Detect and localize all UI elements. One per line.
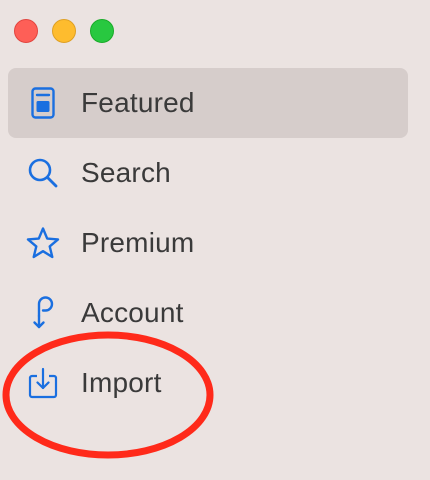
star-icon [25, 225, 61, 261]
sidebar-item-premium[interactable]: Premium [8, 208, 408, 278]
sidebar-item-account[interactable]: Account [8, 278, 408, 348]
import-icon [25, 365, 61, 401]
sidebar-item-label: Featured [81, 87, 195, 118]
featured-icon [25, 85, 61, 121]
sidebar-item-label: Premium [81, 227, 195, 258]
sidebar-item-featured[interactable]: Featured [8, 68, 408, 138]
sidebar-item-label: Search [81, 157, 171, 188]
account-icon [25, 295, 61, 331]
close-window-button[interactable] [14, 19, 38, 43]
sidebar-item-import[interactable]: Import [8, 348, 408, 418]
window-controls [14, 19, 114, 43]
app-window: Featured Search Premium Account Import [0, 0, 430, 480]
minimize-window-button[interactable] [52, 19, 76, 43]
search-icon [25, 155, 61, 191]
sidebar-item-label: Account [81, 297, 184, 328]
sidebar-item-search[interactable]: Search [8, 138, 408, 208]
zoom-window-button[interactable] [90, 19, 114, 43]
sidebar-item-label: Import [81, 367, 162, 398]
sidebar: Featured Search Premium Account Import [8, 68, 408, 418]
